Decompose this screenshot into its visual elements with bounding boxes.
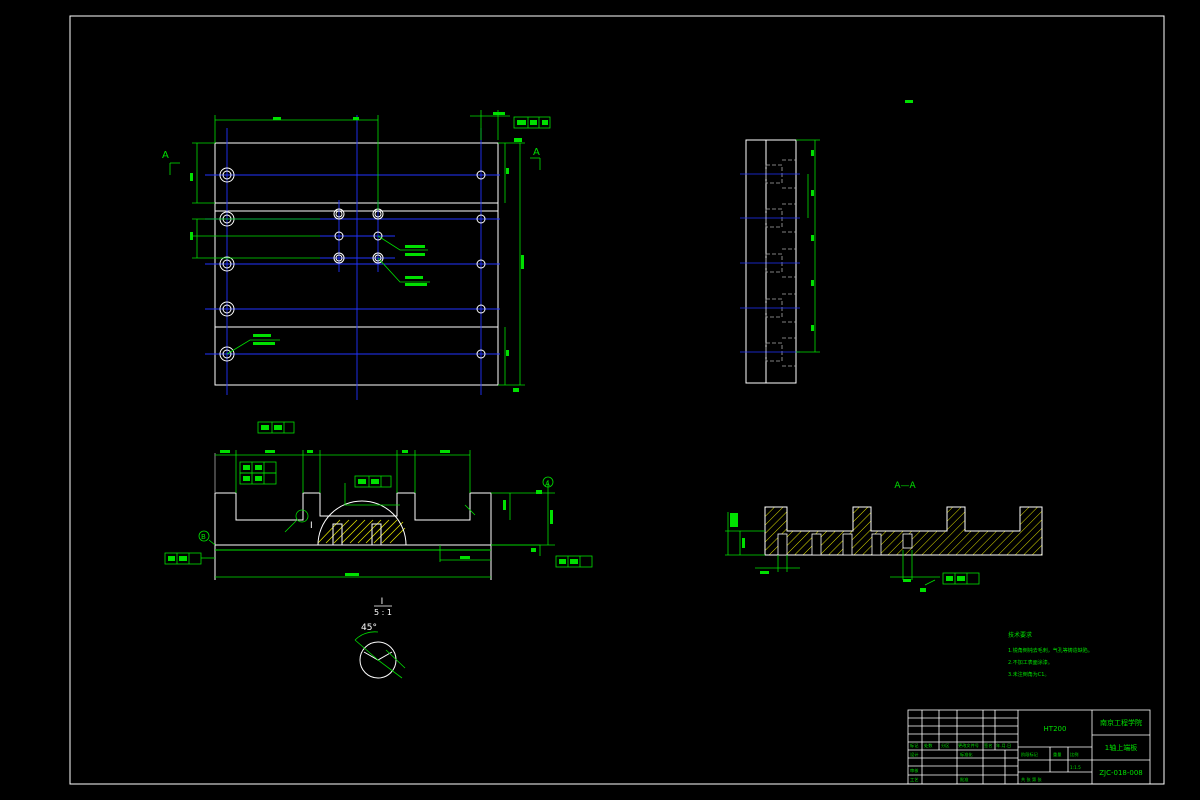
standardization-label: 标准化 xyxy=(960,751,973,758)
approval-label: 批准 xyxy=(960,776,968,783)
ratio-label: 比例 xyxy=(1070,751,1078,758)
drawing-number: ZJC-018-008 xyxy=(1099,769,1143,777)
notes-title: 技术要求 xyxy=(1008,631,1032,639)
material-label: HT200 xyxy=(1044,725,1067,733)
detail-angle: 45° xyxy=(361,623,377,633)
row-label-process: 工艺 xyxy=(910,777,918,782)
section-mark-right: A xyxy=(533,147,540,158)
school-name: 南京工程学院 xyxy=(1100,718,1142,727)
note-item-2: 2.不加工表面涂漆。 xyxy=(1008,659,1053,666)
datum-a-label: A xyxy=(545,480,550,488)
header-cell-2: 处数 xyxy=(924,742,933,749)
weight-label: 重量 xyxy=(1053,751,1061,758)
header-cell-3: 分区 xyxy=(941,742,949,749)
row-label-review: 审核 xyxy=(910,767,919,774)
section-mark-left: A xyxy=(162,150,169,161)
note-item-3: 3.未注倒角为C1。 xyxy=(1008,671,1049,678)
scale-value: 1:1.5 xyxy=(1070,765,1081,770)
detail-mark: I xyxy=(310,521,313,531)
sheet-info: 共 张 第 张 xyxy=(1021,776,1043,783)
detail-title: I xyxy=(381,597,384,607)
header-cell-6: 年.月.日 xyxy=(996,742,1011,749)
detail-scale: 5 : 1 xyxy=(374,608,392,617)
part-name: 1轴上端板 xyxy=(1105,743,1137,752)
cad-drawing-sheet: A A A B I I 5: 1 45° A—A 技术要求 1.锐角倒钝去毛刺… xyxy=(0,0,1200,800)
header-cell-5: 签名 xyxy=(984,742,992,749)
header-cell-4: 更改文件号 xyxy=(958,742,979,749)
datum-b-label: B xyxy=(201,533,206,541)
header-cell-1: 标记 xyxy=(910,742,919,749)
stage-mark-label: 阶段标记 xyxy=(1021,751,1039,758)
section-title: A—A xyxy=(894,481,916,491)
note-item-1: 1.锐角倒钝去毛刺，气孔等铸造缺陷。 xyxy=(1008,647,1093,654)
row-label-design: 设计 xyxy=(910,751,918,758)
